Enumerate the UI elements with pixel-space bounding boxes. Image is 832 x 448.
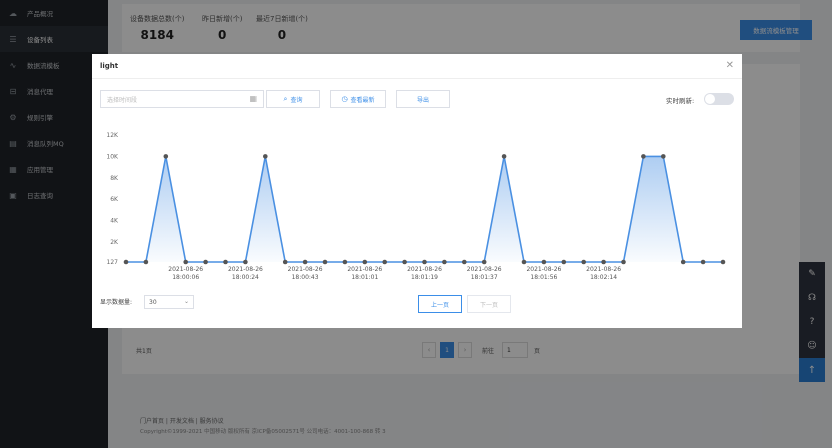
chevron-down-icon: ⌄ <box>183 298 189 305</box>
y-tick-label: 6K <box>110 196 119 203</box>
data-point[interactable] <box>243 259 248 265</box>
data-point[interactable] <box>720 259 726 265</box>
data-point[interactable] <box>700 259 706 265</box>
data-point[interactable] <box>561 259 567 265</box>
x-tick-time: 18:00:24 <box>232 274 259 281</box>
x-tick-date: 2021-08-26 <box>586 266 621 273</box>
datastream-modal: light ✕ 选择时间段 ▦ ⌕ 查询 ◷ 查看最新 导出 实时刷新: 12K… <box>92 54 742 328</box>
next-page-button[interactable]: 下一页 <box>467 295 511 313</box>
data-point[interactable] <box>203 259 208 265</box>
data-point[interactable] <box>422 259 427 265</box>
y-tick-label: 8K <box>110 175 119 182</box>
y-tick-label: 12K <box>106 132 119 139</box>
data-point[interactable] <box>143 259 149 265</box>
data-point[interactable] <box>641 154 646 159</box>
x-tick-date: 2021-08-26 <box>168 266 203 273</box>
page-size-select[interactable]: 30 ⌄ <box>144 295 194 309</box>
y-tick-label: 4K <box>110 218 119 225</box>
x-tick-date: 2021-08-26 <box>288 266 323 273</box>
data-point[interactable] <box>462 259 467 265</box>
data-point[interactable] <box>342 259 348 265</box>
data-point[interactable] <box>442 259 447 265</box>
datastream-chart: 12K10K8K6K4K2K1272021-08-2618:00:062021-… <box>106 132 726 281</box>
x-tick-date: 2021-08-26 <box>467 266 502 273</box>
data-point[interactable] <box>541 259 547 265</box>
x-tick-date: 2021-08-26 <box>228 266 263 273</box>
x-tick-time: 18:00:06 <box>172 274 199 281</box>
data-point[interactable] <box>382 259 388 265</box>
data-point[interactable] <box>362 259 368 265</box>
data-point[interactable] <box>402 259 407 265</box>
page-size-value: 30 <box>149 298 157 306</box>
data-point[interactable] <box>601 259 606 265</box>
y-tick-label: 2K <box>110 239 119 246</box>
data-point[interactable] <box>263 154 268 159</box>
y-tick-label: 127 <box>107 259 119 266</box>
x-tick-time: 18:01:56 <box>530 274 557 281</box>
x-tick-date: 2021-08-26 <box>526 266 561 273</box>
x-tick-time: 18:00:43 <box>292 274 319 281</box>
x-tick-date: 2021-08-26 <box>347 266 382 273</box>
data-point[interactable] <box>282 259 288 265</box>
data-point[interactable] <box>621 259 626 265</box>
data-point[interactable] <box>661 154 666 159</box>
page-size-label: 显示数据量: <box>100 299 133 306</box>
y-tick-label: 10K <box>106 153 119 160</box>
data-point[interactable] <box>302 259 308 265</box>
data-point[interactable] <box>501 154 507 159</box>
x-tick-date: 2021-08-26 <box>407 266 442 273</box>
data-point[interactable] <box>322 259 328 265</box>
data-point[interactable] <box>223 259 228 265</box>
data-point[interactable] <box>183 259 188 265</box>
x-tick-time: 18:02:14 <box>590 274 617 281</box>
data-point[interactable] <box>481 259 487 265</box>
data-point[interactable] <box>521 259 527 265</box>
data-point[interactable] <box>163 154 169 159</box>
x-tick-time: 18:01:01 <box>351 274 378 281</box>
prev-page-button[interactable]: 上一页 <box>418 295 462 313</box>
data-point[interactable] <box>123 259 129 265</box>
data-point[interactable] <box>680 259 686 265</box>
x-tick-time: 18:01:37 <box>471 274 498 281</box>
x-tick-time: 18:01:19 <box>411 274 438 281</box>
data-point[interactable] <box>581 259 586 265</box>
